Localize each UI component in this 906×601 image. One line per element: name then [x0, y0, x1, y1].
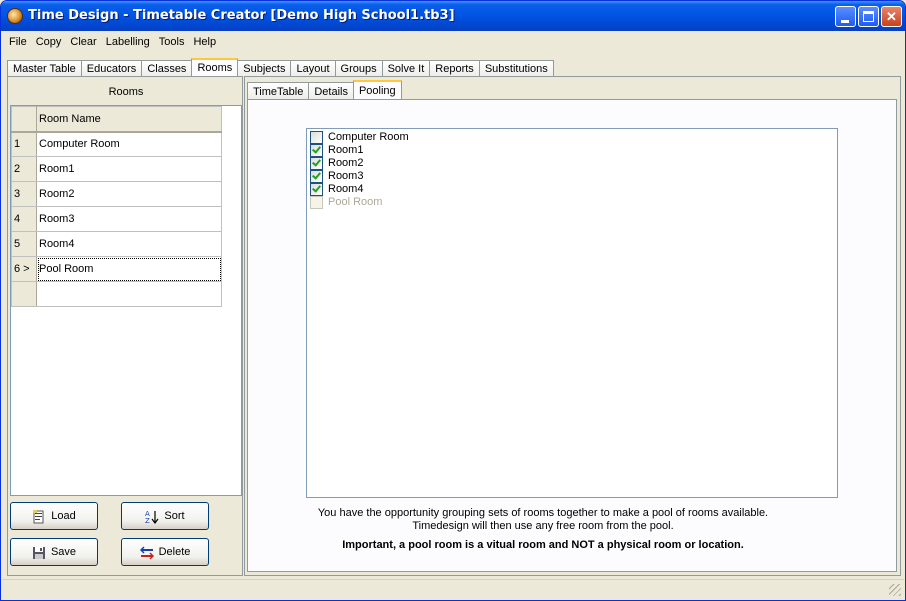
rooms-table: Room Name 1 Computer Room 2 Room1 3 Room… [11, 106, 222, 307]
maximize-icon [863, 11, 874, 22]
tab-pooling[interactable]: Pooling [352, 80, 402, 101]
info-line-2: Timedesign will then use any free room f… [412, 520, 674, 532]
delete-label: Delete [158, 546, 191, 558]
menu-help[interactable]: Help [187, 33, 219, 48]
menu-bar: File Copy Clear Labelling Tools Help [3, 33, 219, 53]
save-icon [32, 544, 46, 560]
checkbox[interactable] [310, 131, 323, 144]
pool-item-room3[interactable]: Room3 [310, 170, 363, 183]
row-header[interactable]: 1 [11, 131, 37, 157]
save-label: Save [50, 546, 77, 558]
pooling-important-note: Important, a pool room is a vitual room … [342, 539, 744, 551]
check-icon [312, 183, 321, 193]
column-header-room-name[interactable]: Room Name [36, 106, 222, 133]
info-line-1: You have the opportunity grouping sets o… [317, 507, 769, 519]
pool-item-room1[interactable]: Room1 [310, 144, 363, 157]
table-row-new[interactable] [11, 281, 222, 307]
room-name-cell[interactable]: Room1 [36, 156, 222, 182]
tab-details[interactable]: Details [308, 82, 354, 100]
table-row[interactable]: 5 Room4 [11, 231, 222, 257]
sort-label: Sort [164, 510, 185, 522]
table-row[interactable]: 4 Room3 [11, 206, 222, 232]
pool-item-label: Room4 [328, 183, 364, 195]
room-name-cell[interactable]: Pool Room [36, 256, 222, 282]
menu-file[interactable]: File [3, 33, 30, 48]
pool-item-room2[interactable]: Room2 [310, 157, 363, 170]
room-name-cell[interactable]: Room2 [36, 181, 222, 207]
checkbox-checked[interactable] [310, 183, 323, 196]
status-bar [2, 579, 904, 599]
table-header-row: Room Name [11, 106, 222, 133]
sort-button[interactable]: AZ Sort [121, 502, 209, 530]
save-button[interactable]: Save [10, 538, 98, 566]
close-icon: ✕ [886, 9, 897, 24]
table-row[interactable]: 2 Room1 [11, 156, 222, 182]
checkbox-checked[interactable] [310, 157, 323, 170]
menu-clear[interactable]: Clear [64, 33, 99, 48]
check-icon [312, 157, 321, 167]
checkbox-checked[interactable] [310, 144, 323, 157]
pool-item-label: Computer Room [328, 131, 409, 143]
menu-copy[interactable]: Copy [30, 33, 65, 48]
pool-item-computer-room[interactable]: Computer Room [310, 131, 409, 144]
room-name-cell[interactable] [36, 281, 222, 307]
load-label: Load [51, 510, 76, 522]
pool-item-room4[interactable]: Room4 [310, 183, 363, 196]
menu-tools[interactable]: Tools [153, 33, 188, 48]
room-name-cell[interactable]: Computer Room [36, 131, 222, 157]
table-row[interactable]: 3 Room2 [11, 181, 222, 207]
table-row-current[interactable]: 6 > Pool Room [11, 256, 222, 282]
pool-item-label: Pool Room [328, 196, 383, 208]
app-window: Time Design - Timetable Creator [Demo Hi… [0, 0, 906, 601]
rooms-grid[interactable]: Room Name 1 Computer Room 2 Room1 3 Room… [10, 105, 242, 496]
tab-timetable[interactable]: TimeTable [247, 82, 310, 100]
load-button[interactable]: Load [10, 502, 98, 530]
row-header[interactable]: 5 [11, 231, 37, 257]
row-header[interactable]: 2 [11, 156, 37, 182]
resize-grip-icon[interactable] [889, 584, 901, 596]
pool-room-checklist[interactable]: Computer Room Room1 Room2 Room3 Room4 Po… [306, 128, 838, 498]
room-name-cell[interactable]: Room4 [36, 231, 222, 257]
check-icon [312, 170, 321, 180]
rooms-panel: Rooms Room Name 1 Computer Room 2 Room1 … [7, 76, 243, 576]
main-tab-strip: Master Table Educators Classes Rooms Subject… [7, 57, 554, 79]
load-icon [32, 508, 46, 524]
row-header[interactable]: 3 [11, 181, 37, 207]
window-title: Time Design - Timetable Creator [Demo Hi… [28, 8, 455, 23]
pool-item-label: Room1 [328, 144, 364, 156]
app-icon[interactable] [7, 8, 23, 24]
close-button[interactable]: ✕ [881, 6, 902, 27]
delete-button[interactable]: Delete [121, 538, 209, 566]
check-icon [312, 144, 321, 154]
maximize-button[interactable] [858, 6, 879, 27]
sub-tab-strip: TimeTable Details Pooling [247, 79, 402, 101]
row-header[interactable]: 4 [11, 206, 37, 232]
svg-text:Z: Z [145, 517, 150, 524]
menu-labelling[interactable]: Labelling [100, 33, 153, 48]
minimize-icon [841, 20, 849, 23]
checkbox-checked[interactable] [310, 170, 323, 183]
table-row[interactable]: 1 Computer Room [11, 131, 222, 157]
pooling-info: You have the opportunity grouping sets o… [247, 507, 839, 533]
rooms-caption: Rooms [108, 86, 144, 98]
minimize-button[interactable] [835, 6, 856, 27]
row-header[interactable] [11, 281, 37, 307]
delete-icon [139, 544, 154, 560]
pool-item-label: Room2 [328, 157, 364, 169]
title-bar[interactable]: Time Design - Timetable Creator [Demo Hi… [1, 1, 905, 31]
corner-cell[interactable] [11, 106, 37, 133]
room-name-cell[interactable]: Room3 [36, 206, 222, 232]
row-header[interactable]: 6 > [11, 256, 37, 282]
pool-item-pool-room: Pool Room [310, 196, 382, 209]
pool-item-label: Room3 [328, 170, 364, 182]
checkbox-disabled [310, 196, 323, 209]
sort-az-icon: AZ [145, 508, 159, 525]
